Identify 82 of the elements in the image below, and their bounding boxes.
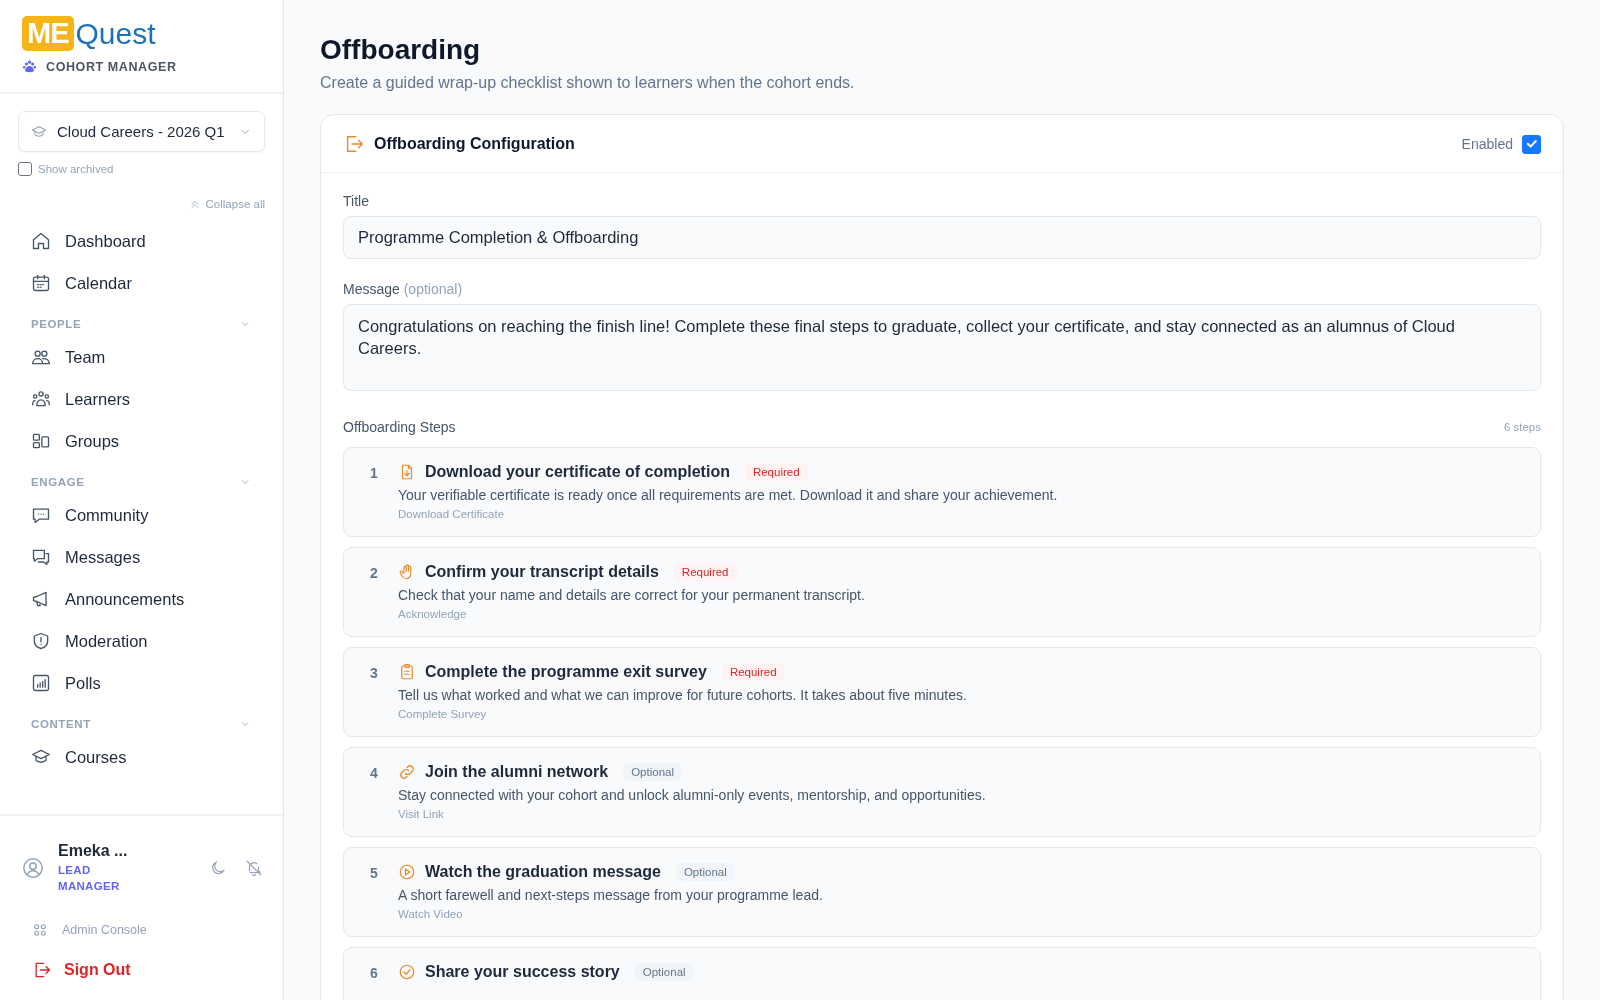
step-description: Stay connected with your cohort and unlock alumni-only events, mentorship, and opportunities. <box>398 787 987 803</box>
nav-item[interactable]: Calendar <box>18 262 265 304</box>
steps-heading: Offboarding Steps <box>343 419 456 435</box>
field-hint: (optional) <box>403 281 463 297</box>
nav-item[interactable]: Learners <box>18 378 265 420</box>
checkbox-label: Show archived <box>38 163 114 175</box>
step-action-type: Watch Video <box>398 908 464 920</box>
page-title: Offboarding <box>320 34 482 66</box>
play-icon <box>398 863 416 881</box>
nav-item[interactable]: Announcements <box>18 578 265 620</box>
logo: ME Quest <box>22 16 156 51</box>
nav-item[interactable]: Team <box>18 336 265 378</box>
status-badge: Required <box>673 563 737 581</box>
step-number: 2 <box>370 564 379 583</box>
card-title: Offboarding Configuration <box>374 135 576 153</box>
step-title: Share your success story <box>425 963 620 981</box>
step-title: Confirm your transcript details <box>425 563 659 581</box>
steps-count: 6 steps <box>1503 421 1541 433</box>
step-description: Tell us what worked and what we can improve for future cohorts. It takes about five minutes. <box>398 687 968 703</box>
checkmark-icon <box>1524 137 1539 151</box>
nav-item[interactable]: Polls <box>18 662 265 704</box>
paw-icon <box>22 59 37 74</box>
step-action-type: Download Certificate <box>398 508 506 520</box>
enabled-checkbox[interactable] <box>1522 134 1541 154</box>
field-label: Title <box>343 193 370 209</box>
double-chevron-up-icon <box>188 198 201 210</box>
step-number: 6 <box>370 964 379 983</box>
user-name: Emeka ... <box>58 842 129 860</box>
nav-item[interactable]: Messages <box>18 536 265 578</box>
nav-item[interactable]: Groups <box>18 420 265 462</box>
message-field[interactable]: Congratulations on reaching the finish line! Complete these final steps to graduate, collect your certificate, and stay connected as an alumnus of Cloud Careers. <box>343 304 1541 391</box>
shield-icon <box>31 631 51 651</box>
user-avatar-icon <box>22 857 44 879</box>
cohort-select[interactable]: Cloud Careers - 2026 Q1 <box>18 111 265 152</box>
step-title: Download your certificate of completion <box>425 463 730 481</box>
clipboard-icon <box>398 663 416 681</box>
nav-item[interactable]: Community <box>18 494 265 536</box>
step-title: Watch the graduation message <box>425 863 661 881</box>
status-badge: Optional <box>675 863 735 881</box>
step-action-type: Visit Link <box>398 808 445 820</box>
nav-item[interactable]: Moderation <box>18 620 265 662</box>
title-field[interactable]: Programme Completion & Offboarding <box>343 216 1541 259</box>
step-card[interactable]: 1 Download your certificate of completion Required Your verifiable certificate is ready once all requirements are met. Download it and share your achievement. Download Certificate <box>343 447 1541 537</box>
step-card[interactable]: 3 Complete the programme exit survey Required Tell us what worked and what we can improve for future cohorts. It takes about five minutes. Complete Survey <box>343 647 1541 737</box>
nav-item[interactable]: Dashboard <box>18 220 265 262</box>
calendar-icon <box>31 273 51 293</box>
nav-item[interactable]: Courses <box>18 736 265 778</box>
status-badge: Optional <box>634 963 694 981</box>
page-subtitle: Create a guided wrap-up checklist shown to learners when the cohort ends. <box>320 74 856 92</box>
step-action-type: Acknowledge <box>398 608 468 620</box>
step-number: 1 <box>370 464 379 483</box>
step-number: 4 <box>370 764 379 783</box>
enabled-label: Enabled <box>1461 136 1513 152</box>
home-icon <box>31 231 51 251</box>
sign-out-button[interactable]: Sign Out <box>22 960 131 980</box>
step-card[interactable]: 2 Confirm your transcript details Required Check that your name and details are correct for your permanent transcript. Acknowledge <box>343 547 1541 637</box>
messages-icon <box>31 547 51 567</box>
step-number: 3 <box>370 664 379 683</box>
grid-icon <box>31 431 51 451</box>
step-title: Complete the programme exit survey <box>425 663 707 681</box>
field-label: Message <box>343 281 400 297</box>
step-card[interactable]: 4 Join the alumni network Optional Stay connected with your cohort and unlock alumni-only events, mentorship, and opportunities. Visit Link <box>343 747 1541 837</box>
link-icon <box>398 763 416 781</box>
graduation-cap-icon <box>31 123 47 140</box>
app-subtitle: COHORT MANAGER <box>46 59 177 74</box>
status-badge: Optional <box>623 763 682 781</box>
step-card[interactable]: 5 Watch the graduation message Optional A short farewell and next-steps message from your programme lead. Watch Video <box>343 847 1541 937</box>
user-role: LEAD MANAGER <box>58 863 121 894</box>
step-action-type: Complete Survey <box>398 708 488 720</box>
chart-icon <box>31 673 51 693</box>
status-badge: Required <box>721 663 785 681</box>
people-icon <box>31 389 51 409</box>
step-description: Check that your name and details are correct for your permanent transcript. <box>398 587 866 603</box>
step-description: Your verifiable certificate is ready once all requirements are met. Download it and share your achievement. <box>398 487 1059 503</box>
step-number: 5 <box>370 864 379 883</box>
grid-icon <box>32 922 48 938</box>
step-card[interactable]: 6 Share your success story Optional <box>343 947 1541 1000</box>
check-circle-icon <box>398 963 416 981</box>
status-badge: Required <box>744 463 808 481</box>
checkbox[interactable] <box>18 162 32 176</box>
step-title: Join the alumni network <box>425 763 609 781</box>
step-description: A short farewell and next-steps message from your programme lead. <box>398 887 824 903</box>
